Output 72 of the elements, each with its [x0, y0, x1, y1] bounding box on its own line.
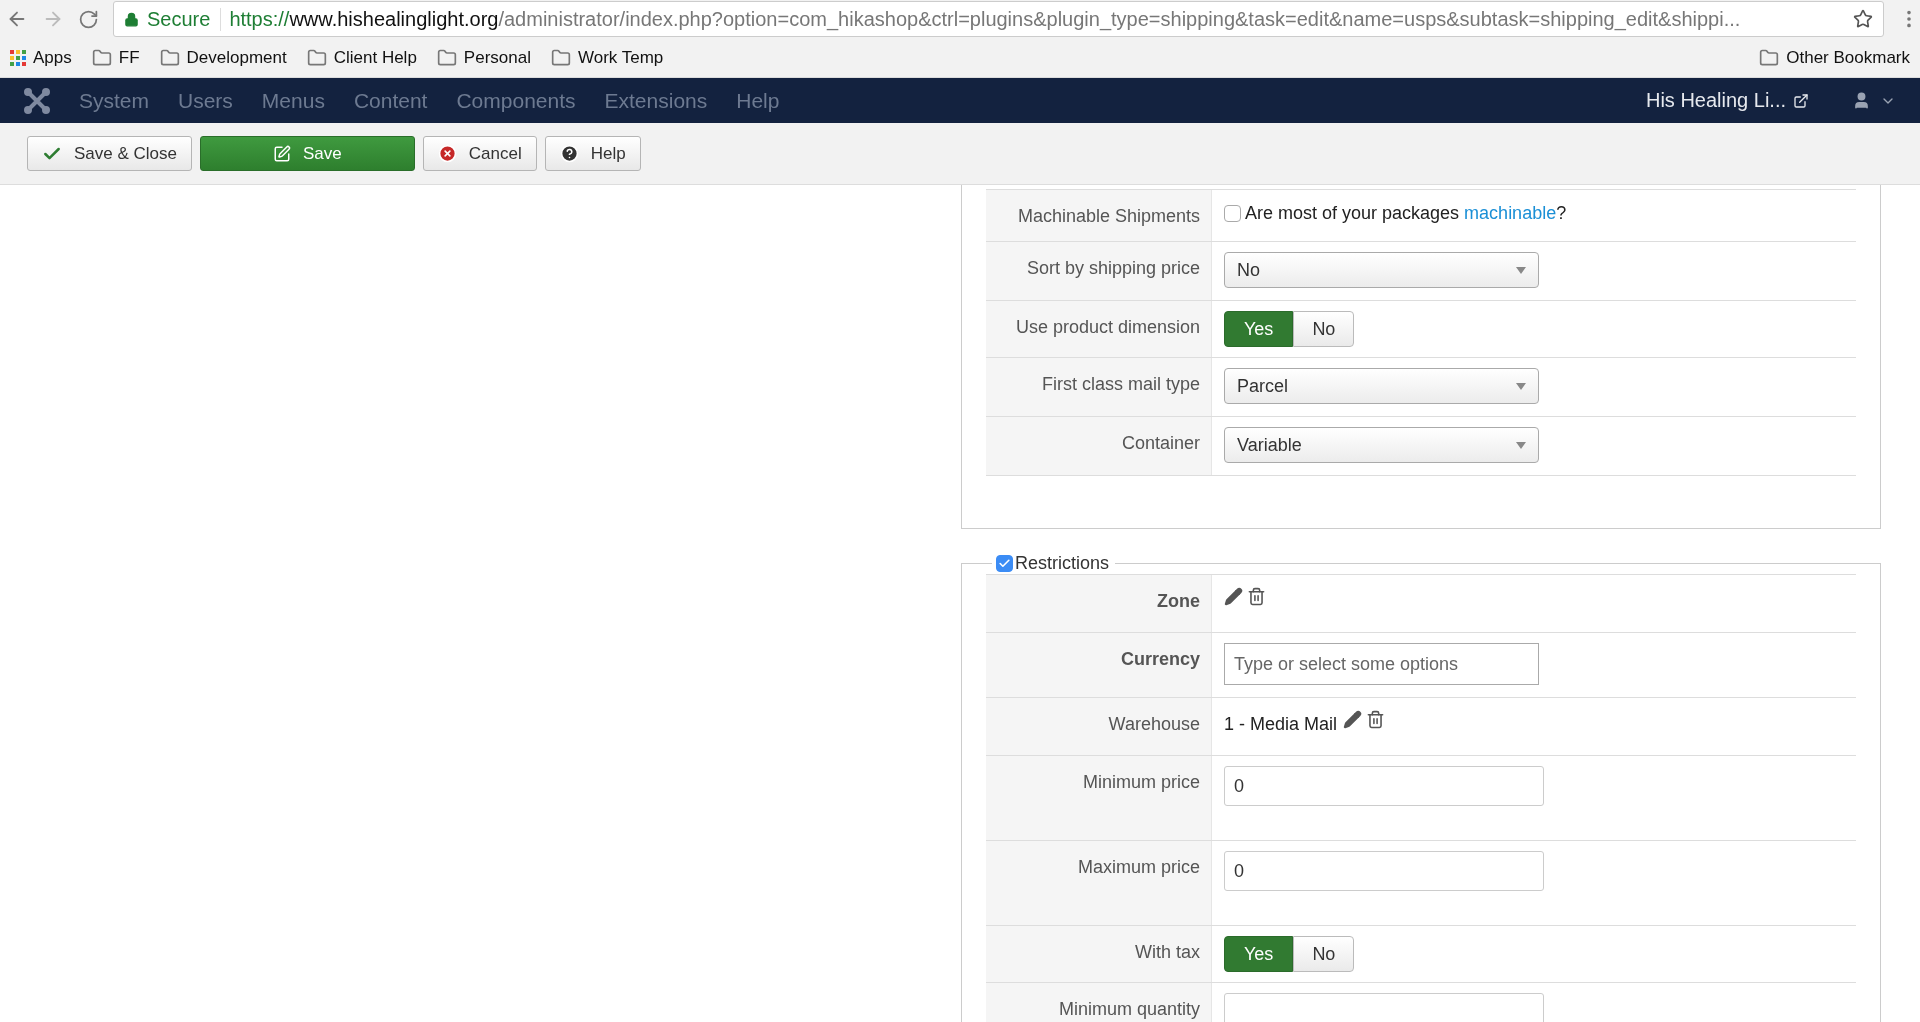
bookmark[interactable]: Client Help [306, 47, 417, 68]
apps-grid-icon [10, 49, 26, 66]
warehouse-value: 1 - Media Mail [1224, 713, 1338, 735]
field-label: Warehouse [986, 698, 1212, 755]
url-text: https://www.hishealinglight.org/administrator/index.php?option=com_hikashop&ctrl=plugins&plugin_type=shipping&task=edit&name=usps&subtask=shipping_edit&shippi... [229, 7, 1741, 31]
input-field[interactable]: 0 [1224, 851, 1544, 891]
folder-icon [1759, 47, 1780, 68]
address-bar[interactable]: Secure https://www.hishealinglight.org/administrator/index.php?option=com_hikashop&ctrl=plugins&plugin_type=shipping&task=edit&name=usps&subtask=shipping_edit&shippi... [113, 1, 1884, 37]
field-label: First class mail type [986, 358, 1212, 416]
dropdown[interactable]: Parcel [1224, 368, 1539, 404]
cancel-icon [437, 144, 457, 163]
field-label: Maximum price [986, 841, 1212, 925]
secure-label: Secure [147, 7, 222, 31]
site-link[interactable]: His Healing Li... [1645, 89, 1786, 112]
external-link-icon [1793, 92, 1809, 109]
reload-icon[interactable] [78, 8, 99, 30]
edit-icon [273, 144, 291, 163]
folder-icon [159, 47, 180, 68]
checkmark-icon [998, 557, 1011, 570]
nav-menu-item[interactable]: Content [353, 88, 428, 113]
toolbar-button[interactable]: Save & Close [27, 136, 192, 171]
input-field[interactable]: 0 [1224, 766, 1544, 806]
nav-menu-item[interactable]: System [79, 88, 149, 113]
toggle-option[interactable]: No [1293, 936, 1355, 972]
bookmark[interactable]: Personal [436, 47, 531, 68]
field-label: Minimum price [986, 756, 1212, 840]
lock-icon [124, 11, 139, 27]
help-icon [559, 144, 579, 163]
toolbar-button[interactable]: Help [544, 136, 641, 171]
logo-icon[interactable] [24, 87, 50, 114]
delete-icon[interactable] [1247, 585, 1266, 606]
dropdown[interactable]: Variable [1224, 427, 1539, 463]
section-title: Restrictions [1015, 553, 1110, 574]
toggle-option[interactable]: Yes [1224, 936, 1294, 972]
nav-menu-item[interactable]: Help [736, 88, 780, 113]
bookmark[interactable]: Apps [10, 47, 72, 68]
field-label: Currency [986, 633, 1212, 697]
toggle-option[interactable]: Yes [1224, 311, 1294, 347]
folder-icon [91, 47, 112, 68]
nav-menu-item[interactable]: Users [178, 88, 233, 113]
checkbox[interactable] [996, 555, 1013, 572]
delete-icon[interactable] [1366, 708, 1386, 729]
edit-icon[interactable] [1224, 585, 1243, 606]
folder-icon [306, 47, 327, 68]
bookmark[interactable]: Other Bookmark [1759, 47, 1910, 68]
field-label: Machinable Shipments [986, 190, 1212, 241]
nav-menu-item[interactable]: Extensions [604, 88, 708, 113]
bookmark[interactable]: FF [91, 47, 140, 68]
edit-icon[interactable] [1343, 708, 1363, 729]
input-field[interactable]: Type or select some options [1224, 643, 1539, 685]
nav-menu-item[interactable]: Menus [261, 88, 325, 113]
folder-icon [550, 47, 571, 68]
toggle-option[interactable]: No [1293, 311, 1355, 347]
checkbox-label: Are most of your packages machinable? [1245, 202, 1567, 224]
field-label: Zone [986, 575, 1212, 632]
bookmark[interactable]: Development [159, 47, 287, 68]
toolbar-button[interactable]: Cancel [422, 136, 537, 171]
field-label: With tax [986, 926, 1212, 982]
bookmark[interactable]: Work Temp [550, 47, 664, 68]
toolbar-button[interactable]: Save [200, 136, 415, 171]
dropdown[interactable]: No [1224, 252, 1539, 288]
nav-menu-item[interactable]: Components [456, 88, 576, 113]
field-label: Sort by shipping price [986, 242, 1212, 300]
folder-icon [436, 47, 457, 68]
field-label: Container [986, 417, 1212, 475]
bookmark-star-icon[interactable] [1853, 9, 1873, 29]
input-field[interactable] [1224, 993, 1544, 1022]
help-link[interactable]: machinable [1464, 203, 1557, 223]
checkbox[interactable] [1224, 205, 1241, 222]
user-icon[interactable] [1852, 91, 1871, 110]
field-label: Use product dimension [986, 301, 1212, 357]
field-label: Minimum quantity [986, 983, 1212, 1022]
